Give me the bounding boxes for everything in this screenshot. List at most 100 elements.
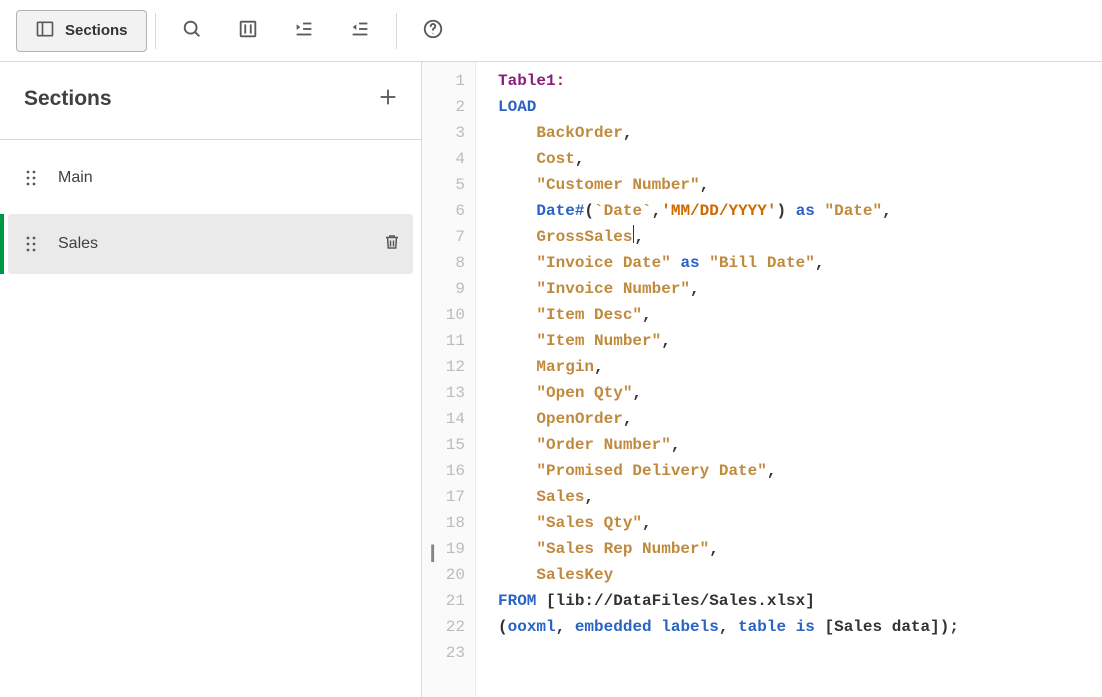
code-token: ) xyxy=(776,202,786,220)
code-token: ( xyxy=(584,202,594,220)
section-item-main[interactable]: Main xyxy=(8,148,413,208)
code-token: ooxml xyxy=(508,618,556,636)
code-line[interactable]: "Item Number", xyxy=(498,328,1102,354)
code-token: BackOrder xyxy=(536,124,622,142)
code-token: "Item Number" xyxy=(536,332,661,350)
code-token: Margin xyxy=(536,358,594,376)
code-token: , xyxy=(632,384,642,402)
line-number: 20 xyxy=(422,562,475,588)
code-token: ); xyxy=(940,618,959,636)
section-item-sales[interactable]: Sales xyxy=(8,214,413,274)
code-line[interactable]: "Promised Delivery Date", xyxy=(498,458,1102,484)
indent-button[interactable] xyxy=(276,3,332,59)
code-token: table xyxy=(738,618,786,636)
help-icon xyxy=(422,18,444,43)
outdent-button[interactable] xyxy=(332,3,388,59)
code-token: FROM xyxy=(498,592,536,610)
code-token: "Order Number" xyxy=(536,436,670,454)
code-line[interactable]: FROM [lib://DataFiles/Sales.xlsx] xyxy=(498,588,1102,614)
code-token: [Sales data] xyxy=(825,618,940,636)
code-line[interactable]: "Sales Qty", xyxy=(498,510,1102,536)
code-line[interactable]: "Customer Number", xyxy=(498,172,1102,198)
delete-section-button[interactable] xyxy=(383,232,401,257)
code-line[interactable]: Table1: xyxy=(498,68,1102,94)
code-line[interactable]: BackOrder, xyxy=(498,120,1102,146)
code-token: , xyxy=(623,124,633,142)
main-area: Sections Main xyxy=(0,62,1102,697)
code-token: Table1: xyxy=(498,72,565,90)
code-token: , xyxy=(652,202,662,220)
sections-toggle-button[interactable]: Sections xyxy=(16,10,147,52)
code-token: as xyxy=(680,254,699,272)
toolbar-divider xyxy=(155,13,156,49)
search-button[interactable] xyxy=(164,3,220,59)
code-line[interactable]: LOAD xyxy=(498,94,1102,120)
line-number-gutter: 1234567891011121314151617181920212223 xyxy=(422,62,476,697)
code-token: , xyxy=(815,254,825,272)
code-line[interactable]: "Invoice Number", xyxy=(498,276,1102,302)
code-token: , xyxy=(767,462,777,480)
code-token: , xyxy=(882,202,892,220)
code-token: , xyxy=(690,280,700,298)
code-token: is xyxy=(796,618,815,636)
line-number: 11 xyxy=(422,328,475,354)
code-line[interactable] xyxy=(498,640,1102,666)
code-line[interactable]: Sales, xyxy=(498,484,1102,510)
code-line[interactable]: "Item Desc", xyxy=(498,302,1102,328)
line-number: 21 xyxy=(422,588,475,614)
code-token: "Invoice Number" xyxy=(536,280,690,298)
code-line[interactable]: Cost, xyxy=(498,146,1102,172)
code-line[interactable]: (ooxml, embedded labels, table is [Sales… xyxy=(498,614,1102,640)
code-token: `Date` xyxy=(594,202,652,220)
line-number: 2 xyxy=(422,94,475,120)
line-number: 19 xyxy=(422,536,475,562)
code-line[interactable]: "Order Number", xyxy=(498,432,1102,458)
line-number: 18 xyxy=(422,510,475,536)
sections-toggle-label: Sections xyxy=(65,22,128,39)
line-number: 5 xyxy=(422,172,475,198)
script-editor[interactable]: 1234567891011121314151617181920212223 Ta… xyxy=(422,62,1102,697)
line-number: 14 xyxy=(422,406,475,432)
line-number: 6 xyxy=(422,198,475,224)
code-token: , xyxy=(584,488,594,506)
section-item-label: Sales xyxy=(58,235,383,253)
code-line[interactable]: SalesKey xyxy=(498,562,1102,588)
code-token: "Sales Qty" xyxy=(536,514,642,532)
line-number: 13 xyxy=(422,380,475,406)
code-token: "Sales Rep Number" xyxy=(536,540,709,558)
code-token: , xyxy=(556,618,575,636)
sections-sidebar: Sections Main xyxy=(0,62,422,697)
line-number: 23 xyxy=(422,640,475,666)
code-line[interactable]: "Sales Rep Number", xyxy=(498,536,1102,562)
code-token: Date# xyxy=(536,202,584,220)
drag-handle-icon[interactable] xyxy=(20,169,42,187)
top-toolbar: Sections xyxy=(0,0,1102,62)
code-line[interactable]: "Invoice Date" as "Bill Date", xyxy=(498,250,1102,276)
code-token: Cost xyxy=(536,150,574,168)
line-number: 17 xyxy=(422,484,475,510)
drag-handle-icon[interactable] xyxy=(20,235,42,253)
toolbar-divider xyxy=(396,13,397,49)
code-line[interactable]: Margin, xyxy=(498,354,1102,380)
code-line[interactable]: OpenOrder, xyxy=(498,406,1102,432)
line-number: 4 xyxy=(422,146,475,172)
help-button[interactable] xyxy=(405,3,461,59)
code-line[interactable]: GrossSales, xyxy=(498,224,1102,250)
outdent-icon xyxy=(349,18,371,43)
comment-button[interactable] xyxy=(220,3,276,59)
code-token: , xyxy=(634,228,644,246)
code-token: Sales xyxy=(536,488,584,506)
plus-icon xyxy=(377,96,399,111)
code-token: , xyxy=(594,358,604,376)
code-line[interactable]: Date#(`Date`,'MM/DD/YYYY') as "Date", xyxy=(498,198,1102,224)
code-area[interactable]: Table1: LOAD BackOrder, Cost, "Customer N… xyxy=(476,62,1102,697)
code-token: "Open Qty" xyxy=(536,384,632,402)
add-section-button[interactable] xyxy=(377,86,399,111)
code-line[interactable]: "Open Qty", xyxy=(498,380,1102,406)
code-token: , xyxy=(709,540,719,558)
line-number: 10 xyxy=(422,302,475,328)
code-token: "Promised Delivery Date" xyxy=(536,462,766,480)
code-token: , xyxy=(700,176,710,194)
code-token: as xyxy=(796,202,815,220)
code-token: [lib://DataFiles/Sales.xlsx] xyxy=(546,592,815,610)
